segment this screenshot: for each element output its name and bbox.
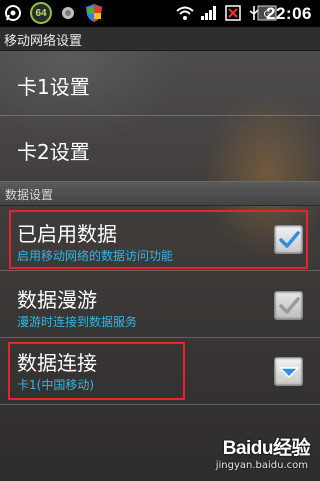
dropdown-arrow-icon xyxy=(278,366,299,378)
toggle-icon xyxy=(60,4,76,22)
status-bar: 64 G 22:06 xyxy=(0,0,320,27)
highlight-box-data-connection xyxy=(8,342,185,400)
title-bar: 移动网络设置 xyxy=(0,27,320,51)
whatsapp-icon xyxy=(3,4,23,22)
card1-settings-label: 卡1设置 xyxy=(17,75,90,99)
checkmark-icon xyxy=(278,296,300,314)
divider xyxy=(0,404,320,405)
data-roaming-checkbox[interactable] xyxy=(274,291,303,320)
highlight-box-data-enabled xyxy=(9,210,308,269)
wifi-icon xyxy=(176,4,194,22)
page-title: 移动网络设置 xyxy=(4,34,83,49)
data-roaming-subtitle: 漫游时连接到数据服务 xyxy=(17,315,138,329)
watermark-url: jingyan.baidu.com xyxy=(215,460,308,471)
clock: 22:06 xyxy=(266,4,312,23)
badge-64-icon: 64 xyxy=(30,2,52,24)
card2-settings-item[interactable]: 卡2设置 xyxy=(0,116,320,180)
data-connection-dropdown[interactable] xyxy=(274,357,303,386)
data-roaming-item[interactable]: 数据漫游 漫游时连接到数据服务 xyxy=(0,271,320,337)
data-roaming-title: 数据漫游 xyxy=(17,288,97,312)
baidu-watermark: Baidu经验 jingyan.baidu.com xyxy=(216,433,311,471)
shield-icon xyxy=(84,4,104,22)
card1-settings-item[interactable]: 卡1设置 xyxy=(0,51,320,115)
no-signal-icon xyxy=(223,4,243,22)
section-header-data-settings: 数据设置 xyxy=(0,181,320,206)
watermark-brand: Baidu经验 xyxy=(222,438,311,459)
signal-icon xyxy=(199,4,219,22)
card2-settings-label: 卡2设置 xyxy=(17,140,90,164)
section-header-label: 数据设置 xyxy=(5,188,54,202)
